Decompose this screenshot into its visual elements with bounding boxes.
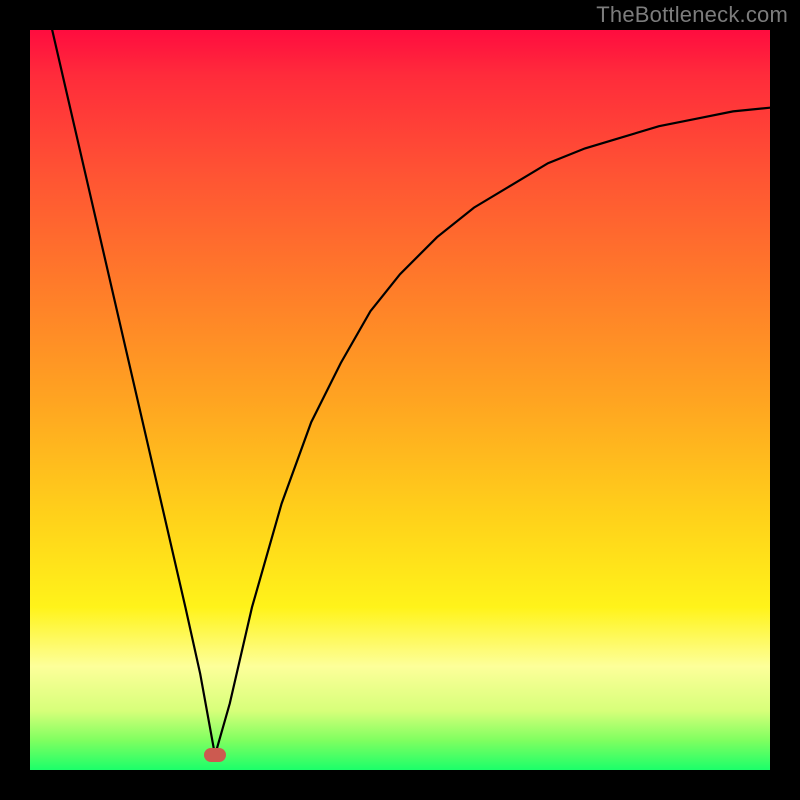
optimal-marker	[204, 748, 226, 762]
chart-frame: TheBottleneck.com	[0, 0, 800, 800]
bottleneck-curve	[30, 30, 770, 770]
watermark-text: TheBottleneck.com	[596, 2, 788, 28]
chart-plot-area	[30, 30, 770, 770]
curve-path	[52, 30, 770, 755]
